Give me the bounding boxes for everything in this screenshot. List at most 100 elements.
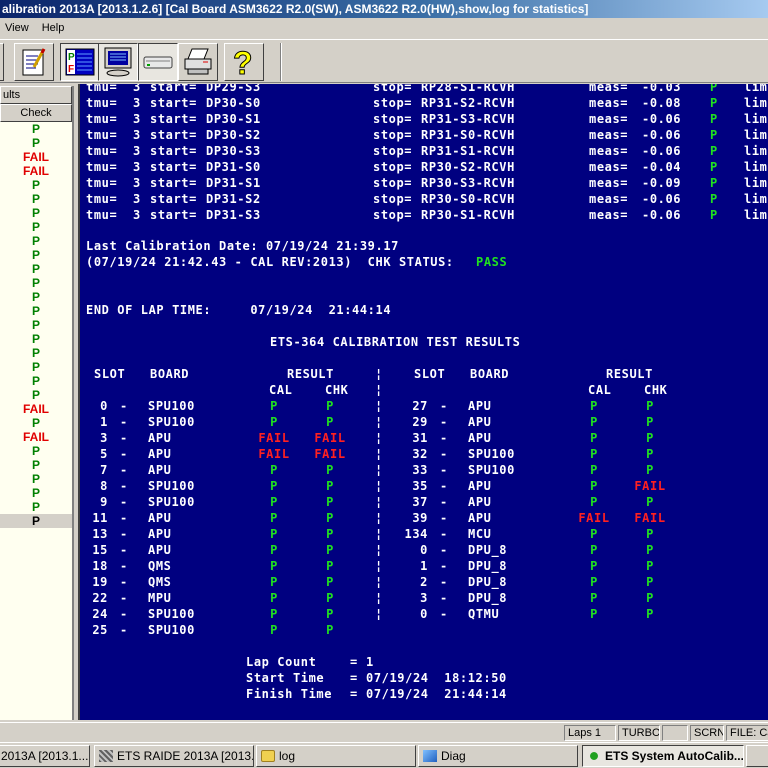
- slot-number: 7: [100, 463, 108, 477]
- menu-bar: View Help: [0, 18, 768, 38]
- cal-result: P: [270, 527, 278, 541]
- result-list-item[interactable]: FAIL: [0, 164, 72, 178]
- result-list-item[interactable]: P: [0, 290, 72, 304]
- menu-view[interactable]: View: [0, 18, 34, 38]
- chk-result: P: [326, 543, 334, 557]
- printer-icon: [184, 48, 212, 75]
- scanner-button[interactable]: [138, 43, 178, 81]
- stop-label: stop=: [373, 144, 413, 158]
- dash-separator: -: [120, 575, 128, 589]
- meas-label: meas=: [589, 176, 629, 190]
- result-list-item[interactable]: P: [0, 276, 72, 290]
- print-button[interactable]: [178, 43, 218, 81]
- taskbar-item-diag[interactable]: Diag: [418, 745, 578, 767]
- dash-separator: -: [440, 543, 448, 557]
- board-name: MCU: [468, 527, 492, 541]
- result-list-item[interactable]: P: [0, 304, 72, 318]
- result-list-item[interactable]: P: [0, 444, 72, 458]
- board-name: SPU100: [148, 415, 195, 429]
- chk-result: P: [646, 463, 654, 477]
- cal-result: P: [270, 495, 278, 509]
- taskbar-item-raide[interactable]: ETS RAIDE 2013A [2013...: [94, 745, 254, 767]
- board-name: QMS: [148, 575, 172, 589]
- result-list-item[interactable]: P: [0, 122, 72, 136]
- dash-separator: -: [120, 591, 128, 605]
- tmu-value: 3: [133, 160, 141, 174]
- cal-revision-line: (07/19/24 21:42.43 - CAL REV:2013) CHK S…: [86, 255, 462, 269]
- cal-result: P: [590, 575, 598, 589]
- results-header[interactable]: ults: [0, 86, 72, 104]
- result-list-item[interactable]: P: [0, 486, 72, 500]
- result-list-item[interactable]: P: [0, 332, 72, 346]
- result-list-item[interactable]: P: [0, 206, 72, 220]
- pass-fail-icon: PF: [65, 48, 95, 76]
- result-list-item[interactable]: P: [0, 192, 72, 206]
- tmu-label: tmu=: [86, 160, 118, 174]
- slot-number: 29: [412, 415, 428, 429]
- menu-help[interactable]: Help: [37, 18, 70, 38]
- result-list-item[interactable]: P: [0, 178, 72, 192]
- diag-icon: [423, 750, 437, 762]
- result-list-item[interactable]: P: [0, 220, 72, 234]
- slot-number: 18: [92, 559, 108, 573]
- status-turbo: TURBO: [618, 725, 660, 741]
- start-label: start=: [150, 176, 197, 190]
- result-list-item[interactable]: FAIL: [0, 402, 72, 416]
- cal-result: FAIL: [258, 431, 290, 445]
- column-divider: ¦: [375, 575, 383, 589]
- start-value: DP30-S0: [206, 96, 261, 110]
- check-column-header[interactable]: Check: [0, 104, 72, 122]
- taskbar-label: 2013A [2013.1...: [1, 749, 89, 763]
- toolbar-button-partial[interactable]: [0, 43, 4, 81]
- result-list-item[interactable]: P: [0, 248, 72, 262]
- status-scrn: SCRN: [690, 725, 724, 741]
- taskbar-item-autocalib[interactable]: ETS System AutoCalib...: [582, 745, 744, 767]
- stop-value: RP31-S1-RCVH: [421, 144, 515, 158]
- taskbar-item-log[interactable]: log: [256, 745, 416, 767]
- stop-label: stop=: [373, 160, 413, 174]
- result-list-item[interactable]: P: [0, 136, 72, 150]
- monitor-button[interactable]: [98, 43, 138, 81]
- results-list: P P FAIL FAIL P P P P P P P P P P P P P P P P FAIL P FAIL P P P P P…: [0, 122, 72, 528]
- result-list-item[interactable]: P: [0, 346, 72, 360]
- dash-separator: -: [440, 607, 448, 621]
- taskbar-label: Diag: [441, 749, 466, 763]
- result-list-item[interactable]: FAIL: [0, 430, 72, 444]
- result-list-item[interactable]: P: [0, 458, 72, 472]
- result-list-item[interactable]: P: [0, 234, 72, 248]
- slot-number: 25: [92, 623, 108, 637]
- pass-fail-button[interactable]: PF: [60, 43, 100, 81]
- tmu-result: P: [710, 192, 718, 206]
- taskbar-item-calibration[interactable]: 2013A [2013.1...: [0, 745, 90, 767]
- cal-result: P: [270, 463, 278, 477]
- edit-button[interactable]: [14, 43, 54, 81]
- result-list-item[interactable]: P: [0, 360, 72, 374]
- result-list-item[interactable]: P: [0, 388, 72, 402]
- column-divider: ¦: [375, 607, 383, 621]
- meas-label: meas=: [589, 160, 629, 174]
- tmu-result: P: [710, 176, 718, 190]
- chk-result: P: [326, 495, 334, 509]
- result-list-item[interactable]: P: [0, 514, 72, 528]
- result-list-item[interactable]: P: [0, 472, 72, 486]
- meas-value: -0.06: [642, 112, 682, 126]
- stop-label: stop=: [373, 96, 413, 110]
- help-button[interactable]: ?: [224, 43, 264, 81]
- result-list-item[interactable]: P: [0, 318, 72, 332]
- lim-label: lim=: [744, 96, 768, 110]
- result-list-item[interactable]: FAIL: [0, 150, 72, 164]
- slot-number: 32: [412, 447, 428, 461]
- result-list-item[interactable]: P: [0, 500, 72, 514]
- start-value: DP31-S1: [206, 176, 261, 190]
- title-bar: alibration 2013A [2013.1.2.6] [Cal Board…: [0, 0, 768, 18]
- result-list-item[interactable]: P: [0, 374, 72, 388]
- start-label: start=: [150, 128, 197, 142]
- result-list-item[interactable]: P: [0, 416, 72, 430]
- board-name: SPU100: [148, 479, 195, 493]
- start-label: start=: [150, 96, 197, 110]
- result-list-item[interactable]: P: [0, 262, 72, 276]
- equals-sign: =: [350, 655, 358, 669]
- dash-separator: -: [120, 479, 128, 493]
- monitor-icon: [104, 47, 132, 77]
- taskbar-item-overflow[interactable]: [746, 745, 768, 767]
